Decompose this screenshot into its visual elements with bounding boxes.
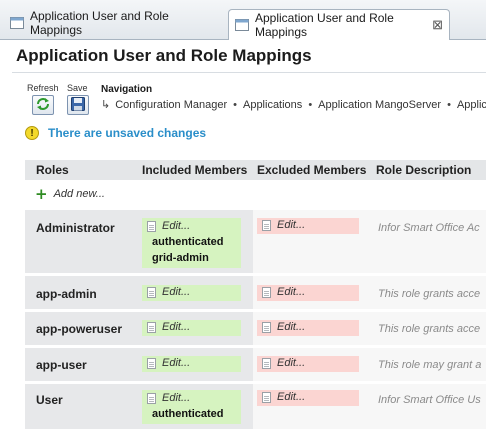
document-icon: [262, 357, 271, 369]
role-name: Administrator: [36, 221, 115, 235]
table-header: Roles Included Members Excluded Members …: [25, 160, 486, 180]
document-icon: [147, 321, 156, 333]
document-icon: [262, 219, 271, 231]
document-icon: [147, 392, 156, 404]
edit-label: Edit...: [277, 391, 306, 403]
table-row: app-admin Edit... Edit... This role gran…: [25, 276, 486, 310]
document-icon: [262, 286, 271, 298]
edit-label: Edit...: [162, 321, 191, 333]
role-name: User: [36, 393, 63, 407]
tab-label: Application User and Role Mappings: [255, 11, 394, 39]
tab-app-user-role-mappings-1[interactable]: Application User and Role Mappings: [4, 9, 226, 37]
edit-label: Edit...: [277, 357, 306, 369]
document-icon: [147, 220, 156, 232]
included-edit-link[interactable]: Edit...: [142, 320, 241, 336]
role-description: Infor Smart Office Ac: [378, 222, 480, 234]
tab-label: Application User and Role Mappings: [30, 9, 169, 37]
document-icon: [147, 286, 156, 298]
plus-icon: +: [35, 185, 48, 203]
table-row: app-poweruser Edit... Edit... This role …: [25, 312, 486, 346]
member-item: grid-admin: [152, 252, 209, 264]
refresh-button[interactable]: [32, 95, 54, 115]
document-icon: [262, 321, 271, 333]
included-edit-link[interactable]: Edit...: [147, 392, 236, 404]
role-description: This role grants acce: [378, 288, 481, 300]
role-description: This role grants acce: [378, 323, 481, 335]
breadcrumb-configuration-manager[interactable]: Configuration Manager: [115, 99, 227, 111]
excluded-edit-link[interactable]: Edit...: [257, 356, 359, 372]
member-item: authenticated: [152, 236, 224, 248]
floppy-disk-icon: [70, 96, 86, 115]
description-cell: [378, 384, 486, 429]
included-members-cell: Edit... authenticated: [142, 390, 241, 424]
return-arrow-icon: ↳: [101, 99, 111, 111]
breadcrumb-separator: •: [447, 99, 451, 111]
excluded-edit-link[interactable]: Edit...: [257, 218, 359, 234]
breadcrumb-separator: •: [233, 99, 237, 111]
document-icon: [147, 357, 156, 369]
role-description: Infor Smart Office Us: [378, 394, 481, 406]
breadcrumb-separator: •: [308, 99, 313, 111]
excluded-edit-link[interactable]: Edit...: [257, 320, 359, 336]
edit-label: Edit...: [162, 392, 191, 404]
close-icon[interactable]: ⊠: [432, 17, 443, 33]
edit-label: Edit...: [277, 219, 306, 231]
window-icon: [10, 17, 24, 29]
breadcrumb-applic[interactable]: Applic: [457, 99, 486, 111]
column-header-roles: Roles: [36, 163, 69, 177]
table-row: app-user Edit... Edit... This role may g…: [25, 348, 486, 382]
role-description: This role may grant a: [378, 359, 482, 371]
document-icon: [262, 391, 271, 403]
tab-strip: Application User and Role Mappings Appli…: [0, 0, 486, 40]
excluded-edit-link[interactable]: Edit...: [257, 285, 359, 301]
edit-label: Edit...: [277, 286, 306, 298]
column-header-included-members: Included Members: [142, 163, 248, 177]
member-item: authenticated: [152, 408, 224, 420]
included-members-cell: Edit... authenticated grid-admin: [142, 218, 241, 268]
excluded-edit-link[interactable]: Edit...: [257, 390, 359, 406]
table-row: Administrator Edit... authenticated grid…: [25, 210, 486, 274]
breadcrumb: ↳ Configuration Manager • Applications • Appl…: [101, 98, 486, 111]
save-button[interactable]: [67, 95, 89, 115]
edit-label: Edit...: [162, 220, 191, 232]
refresh-icon: [35, 96, 51, 115]
role-name: app-admin: [36, 287, 97, 301]
included-edit-link[interactable]: Edit...: [142, 285, 241, 301]
table-row: User Edit... authenticated Edit... Infor…: [25, 384, 486, 430]
add-new-label: Add new...: [53, 188, 105, 200]
page-title: Application User and Role Mappings: [16, 46, 312, 65]
add-new-role-button[interactable]: + Add new...: [35, 185, 105, 203]
edit-label: Edit...: [162, 357, 191, 369]
included-edit-link[interactable]: Edit...: [142, 356, 241, 372]
role-name: app-poweruser: [36, 322, 123, 336]
column-header-excluded-members: Excluded Members: [257, 163, 367, 177]
tab-app-user-role-mappings-2[interactable]: Application User and Role Mappings ⊠: [228, 9, 450, 40]
save-label: Save: [67, 83, 88, 93]
edit-label: Edit...: [277, 321, 306, 333]
refresh-label: Refresh: [27, 83, 59, 93]
divider: [12, 72, 486, 73]
breadcrumb-application-mangoserver[interactable]: Application MangoServer: [318, 99, 441, 111]
window-icon: [235, 19, 249, 31]
column-header-role-description: Role Description: [376, 163, 472, 177]
unsaved-changes-message: There are unsaved changes: [48, 126, 207, 140]
description-cell: [378, 210, 486, 273]
navigation-label: Navigation: [101, 84, 153, 95]
role-name: app-user: [36, 358, 87, 372]
warning-icon: !: [25, 126, 39, 140]
breadcrumb-applications[interactable]: Applications: [243, 99, 302, 111]
edit-label: Edit...: [162, 286, 191, 298]
included-edit-link[interactable]: Edit...: [147, 220, 236, 232]
